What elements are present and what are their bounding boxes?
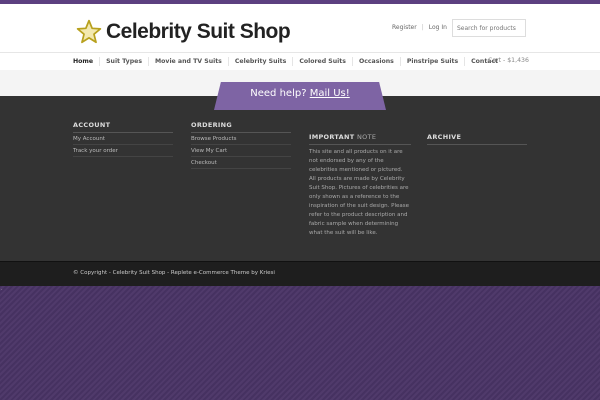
footer-col-account: ACCOUNT My Account Track your order <box>73 121 173 157</box>
help-text: Need help? <box>250 88 307 99</box>
account-heading: ACCOUNT <box>73 121 173 133</box>
site-logo[interactable]: Celebrity Suit Shop <box>76 17 291 47</box>
nav-item-suit-types[interactable]: Suit Types <box>99 57 148 66</box>
note-heading-light: NOTE <box>357 133 377 141</box>
copyright-bar: © Copyright - Celebrity Suit Shop - Repl… <box>0 261 600 286</box>
help-message: Need help? Mail Us! <box>214 88 386 99</box>
footer-col-note: IMPORTANT NOTE This site and all product… <box>309 133 411 238</box>
nav-item-movie-tv-suits[interactable]: Movie and TV Suits <box>148 57 228 66</box>
account-links: Register | Log In <box>392 24 447 31</box>
register-link[interactable]: Register <box>392 24 417 31</box>
cart-link[interactable]: Cart - $1,436 <box>488 57 529 64</box>
nav-item-occasions[interactable]: Occasions <box>351 57 400 66</box>
nav-item-colored-suits[interactable]: Colored Suits <box>292 57 352 66</box>
site-header: Celebrity Suit Shop Register | Log In <box>0 4 600 52</box>
my-account-link[interactable]: My Account <box>73 133 173 145</box>
login-link[interactable]: Log In <box>429 24 447 31</box>
checkout-link[interactable]: Checkout <box>191 157 291 169</box>
note-heading: IMPORTANT NOTE <box>309 133 411 145</box>
nav-item-home[interactable]: Home <box>73 57 99 66</box>
note-heading-bold: IMPORTANT <box>309 133 355 141</box>
edge-marker: . <box>1 286 3 292</box>
track-order-link[interactable]: Track your order <box>73 145 173 157</box>
mail-us-link[interactable]: Mail Us! <box>310 88 350 99</box>
copyright-text: © Copyright - Celebrity Suit Shop - Repl… <box>73 270 275 276</box>
footer-col-ordering: ORDERING Browse Products View My Cart Ch… <box>191 121 291 169</box>
note-text: This site and all products on it are not… <box>309 149 410 236</box>
footer-col-archive: ARCHIVE <box>427 133 527 145</box>
site-title: Celebrity Suit Shop <box>106 20 291 43</box>
main-nav: Home Suit Types Movie and TV Suits Celeb… <box>0 52 600 71</box>
nav-item-celebrity-suits[interactable]: Celebrity Suits <box>227 57 292 66</box>
link-separator: | <box>421 24 424 31</box>
search-input[interactable] <box>452 19 526 37</box>
ordering-heading: ORDERING <box>191 121 291 133</box>
nav-item-pinstripe-suits[interactable]: Pinstripe Suits <box>399 57 464 66</box>
star-icon <box>76 19 102 44</box>
archive-heading: ARCHIVE <box>427 133 527 145</box>
browse-products-link[interactable]: Browse Products <box>191 133 291 145</box>
view-cart-link[interactable]: View My Cart <box>191 145 291 157</box>
